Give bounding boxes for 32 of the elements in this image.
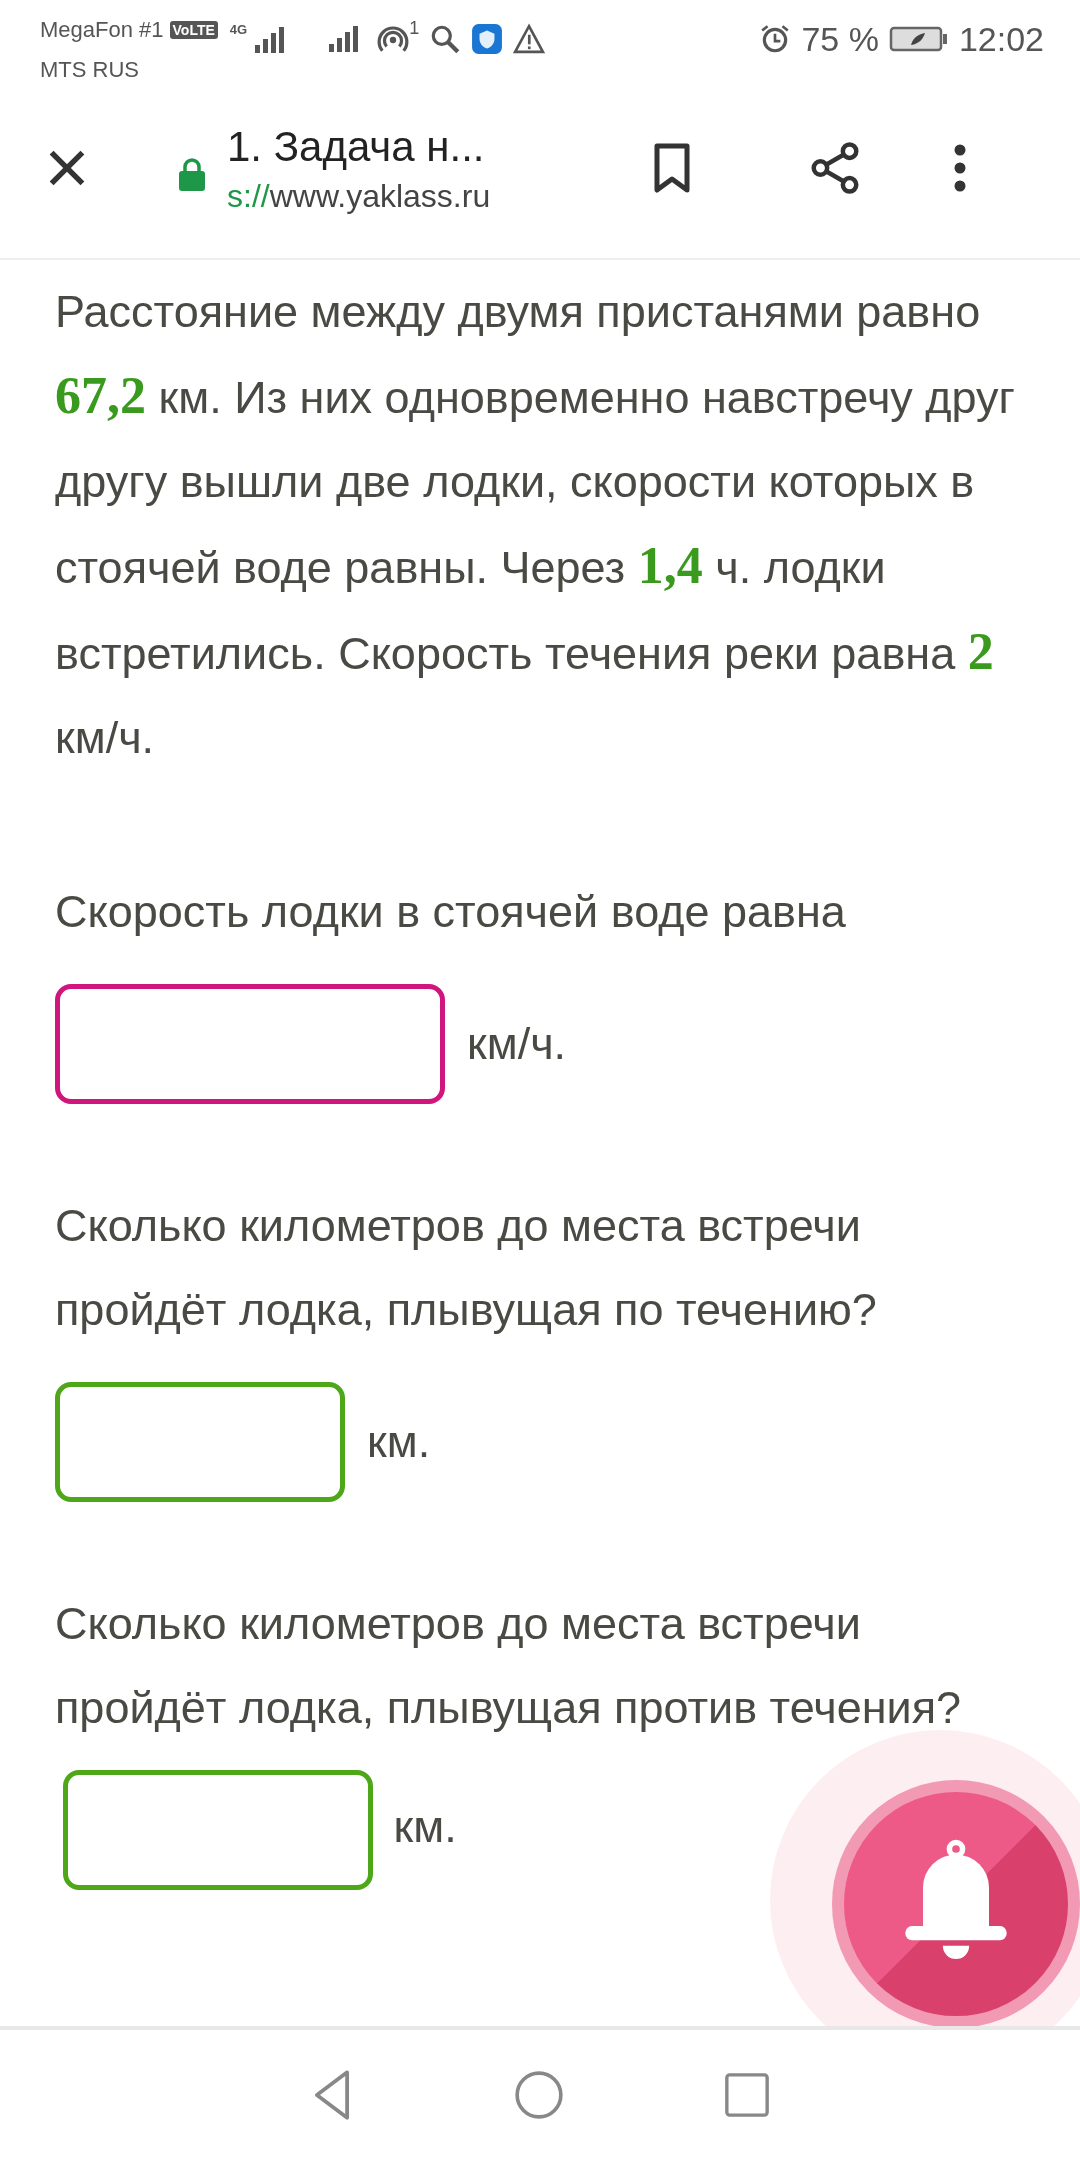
answer-field[interactable] — [63, 1770, 373, 1890]
answer-field[interactable] — [55, 1382, 345, 1502]
unit-label: км/ч. — [467, 1017, 567, 1071]
volte-badge: VoLTE — [169, 21, 218, 39]
page-url: www.yaklass.ru — [269, 177, 491, 216]
battery-icon — [888, 24, 949, 54]
shield-icon — [471, 23, 504, 55]
bookmark-icon — [652, 143, 692, 193]
more-icon — [953, 143, 967, 193]
bookmark-button[interactable] — [652, 143, 692, 193]
menu-button[interactable] — [953, 143, 967, 193]
carrier-name: MegaFon #1 — [40, 16, 164, 44]
recents-icon[interactable] — [723, 2071, 771, 2119]
battery-percent: 75 % — [801, 19, 879, 59]
clock: 12:02 — [958, 19, 1044, 59]
problem-text: Расстояние между двумя пристанями равно 67,2 км. Из них одновременно навстречу друг другу вышли две лодки, скорости которых в стоячей воде равны. Через 1,4 ч. лодки встретились. Скорость течения реки равна 2 км/ч. — [55, 285, 1017, 765]
page-title: 1. Задача н... — [227, 122, 486, 172]
alarm-icon — [759, 23, 792, 55]
search-icon — [429, 23, 462, 55]
question-text: Скорость лодки в стоячей воде равна — [55, 885, 847, 939]
unit-label: км. — [367, 1415, 431, 1469]
network-type: 4G — [229, 21, 248, 39]
question-text: Сколько километров до места встречи пройдёт лодка, плывущая по течению? — [55, 1199, 878, 1337]
hotspot-count: 1 — [409, 18, 420, 39]
warning-icon — [513, 23, 546, 55]
lock-icon — [177, 157, 207, 193]
home-icon[interactable] — [513, 2069, 565, 2121]
answer-field[interactable] — [55, 984, 445, 1104]
unit-label: км. — [393, 1800, 457, 1852]
carrier-name: MTS RUS — [40, 56, 140, 84]
url-scheme: s:// — [227, 177, 270, 216]
question-text: Сколько километров до места встречи пройдёт лодка, плывущая против течения? — [55, 1598, 962, 1733]
